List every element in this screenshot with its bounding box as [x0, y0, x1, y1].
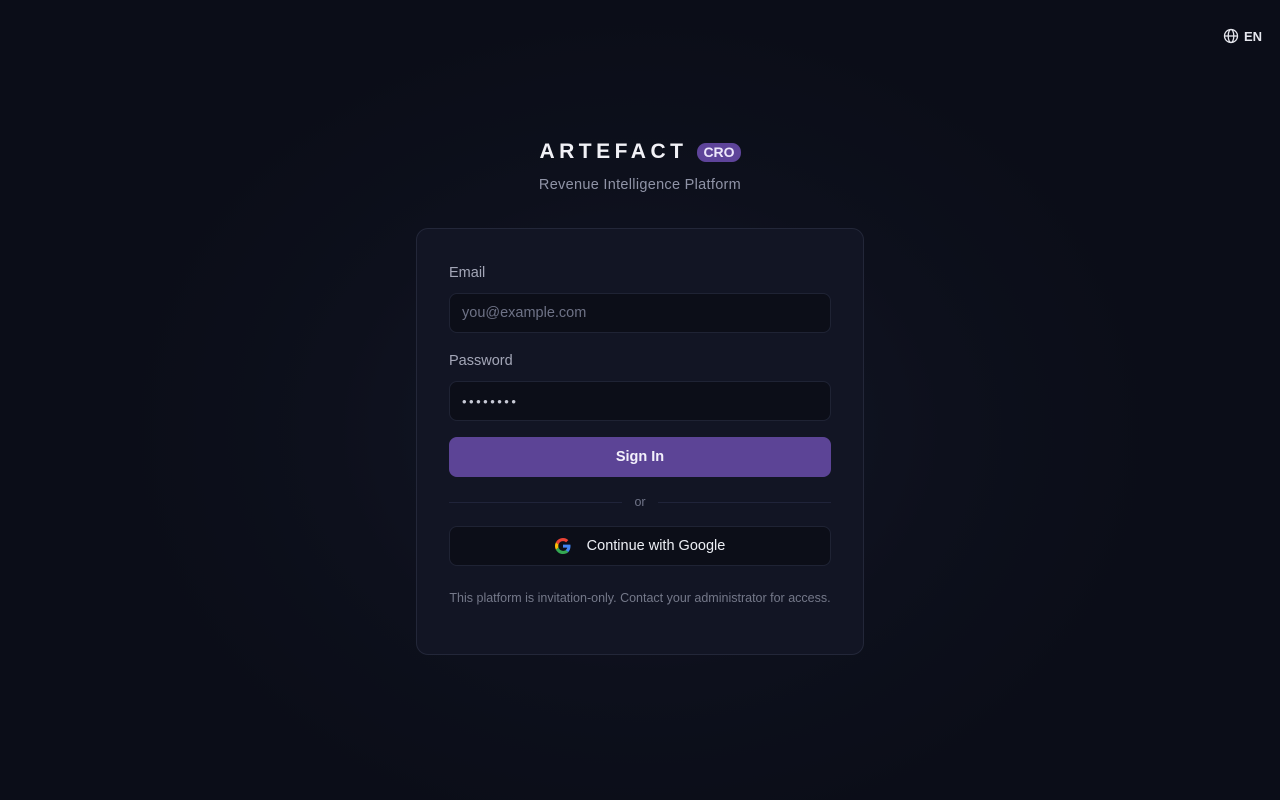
divider-line-left — [449, 501, 623, 503]
password-value: •••••••• — [462, 393, 519, 409]
password-input[interactable]: •••••••• — [449, 381, 831, 421]
divider-text: or — [634, 495, 646, 509]
google-signin-button[interactable]: Continue with Google — [449, 526, 831, 566]
brand-name: ARTEFACT — [539, 140, 688, 163]
brand-header: ARTEFACT CRO — [0, 140, 1280, 164]
divider-line-right — [657, 501, 831, 503]
email-label: Email — [449, 265, 486, 281]
login-card: Email Password •••••••• Sign In or Conti… — [416, 228, 864, 655]
brand-badge: CRO — [697, 142, 741, 162]
password-label: Password — [449, 353, 513, 369]
invitation-notice: This platform is invitation-only. Contac… — [449, 591, 831, 605]
globe-icon — [1223, 28, 1239, 44]
language-code: EN — [1243, 28, 1262, 44]
language-switcher[interactable]: EN — [1223, 26, 1262, 46]
sign-in-button[interactable]: Sign In — [449, 437, 831, 477]
email-input[interactable] — [449, 293, 831, 333]
brand-tagline: Revenue Intelligence Platform — [538, 177, 742, 193]
google-signin-label: Continue with Google — [586, 538, 726, 554]
google-icon — [554, 538, 571, 554]
or-divider: or — [449, 494, 831, 510]
